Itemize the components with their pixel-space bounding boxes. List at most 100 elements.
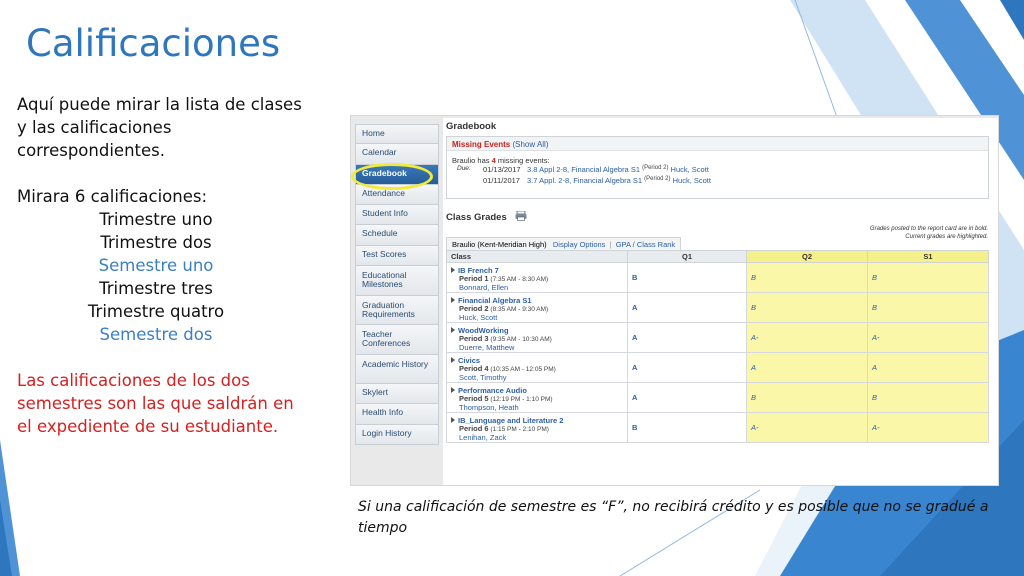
teacher-link[interactable]: Huck, Scott — [451, 314, 627, 322]
period-time: (9:35 AM - 10:30 AM) — [490, 336, 552, 343]
class-cell: IB_Language and Literature 2 Period 6 (1:… — [446, 412, 628, 443]
nav-schedule[interactable]: Schedule — [355, 225, 439, 246]
grade-q1[interactable]: A — [632, 297, 746, 312]
nav-home[interactable]: Home — [355, 124, 439, 145]
grade-q2[interactable]: B — [751, 297, 867, 312]
missing-events-box: Missing Events (Show All) Braulio has 4 … — [446, 136, 989, 199]
teacher-link[interactable]: Huck, Scott — [671, 165, 709, 176]
nav-academic-history[interactable]: Academic History — [355, 354, 439, 385]
grade-q1[interactable]: A — [632, 387, 746, 402]
grade-cell-q1: B — [627, 412, 747, 443]
missing-events-header: Missing Events (Show All) — [447, 137, 988, 151]
grades-note: Grades posted to the report card are in … — [870, 226, 988, 241]
period-time: (1:15 PM - 2:10 PM) — [490, 426, 549, 433]
grade-cell-q2: B — [746, 292, 868, 323]
nav-login-history[interactable]: Login History — [355, 424, 439, 445]
grade-cell-s1: B — [867, 382, 989, 413]
table-row: Civics Period 4 (10:35 AM - 12:05 PM) Scot… — [446, 352, 989, 383]
nav-educational-milestones[interactable]: Educational Milestones — [355, 266, 439, 296]
warning-text: Las calificaciones de los dos semestres … — [17, 371, 294, 436]
nav-skylert[interactable]: Skylert — [355, 384, 439, 405]
teacher-link[interactable]: Bonnard, Ellen — [451, 284, 627, 292]
teacher-link[interactable]: Lenihan, Zack — [451, 434, 627, 442]
grade-q1[interactable]: A — [632, 357, 746, 372]
period-time: (8:35 AM - 9:30 AM) — [490, 306, 549, 313]
grade-q2[interactable]: A- — [751, 327, 867, 342]
period-label: Period 2 — [459, 304, 489, 313]
nav-health-info[interactable]: Health Info — [355, 404, 439, 425]
nav-teacher-conferences[interactable]: Teacher Conferences — [355, 325, 439, 355]
missing-count: 4 — [491, 156, 496, 165]
table-row: WoodWorking Period 3 (9:35 AM - 10:30 AM)… — [446, 322, 989, 353]
period-label: Period 3 — [459, 334, 489, 343]
missing-event-row: Due: 01/13/2017 3.8 Appl 2-8, Financial … — [447, 165, 988, 176]
missing-events-heading: Missing Events — [452, 140, 511, 149]
period-item: Trimestre tres — [99, 279, 213, 298]
grade-q1[interactable]: A — [632, 327, 746, 342]
assignment-link[interactable]: 3.8 Appl 2-8, Financial Algebra S1 — [527, 165, 640, 176]
note-line: Grades posted to the report card are in … — [869, 226, 988, 232]
note-line: Current grades are highlighted. — [905, 233, 988, 240]
grade-s1[interactable]: A — [872, 357, 988, 372]
teacher-link[interactable]: Thompson, Heath — [451, 404, 627, 412]
tab-student[interactable]: Braulio (Kent-Meridian High) — [452, 240, 547, 249]
summary-suffix: missing events: — [497, 156, 550, 165]
grade-q1[interactable]: B — [632, 417, 746, 432]
grade-cell-s1: A- — [867, 322, 989, 353]
gpa-class-rank-link[interactable]: GPA / Class Rank — [616, 240, 675, 249]
grade-cell-q2: B — [746, 262, 868, 293]
display-options-link[interactable]: Display Options — [553, 240, 606, 249]
period-item-semester: Semestre uno — [98, 256, 214, 275]
expand-arrow-icon[interactable] — [451, 327, 455, 333]
period-label: Period 6 — [459, 424, 489, 433]
grade-q2[interactable]: B — [751, 267, 867, 282]
column-header-q2: Q2 — [746, 250, 868, 263]
print-icon[interactable] — [515, 211, 527, 221]
grade-cell-q1: B — [627, 262, 747, 293]
nav-calendar[interactable]: Calendar — [355, 144, 439, 165]
grade-q2[interactable]: A — [751, 357, 867, 372]
nav-student-info[interactable]: Student Info — [355, 205, 439, 226]
table-row: IB French 7 Period 1 (7:35 AM - 8:30 AM) B… — [446, 262, 989, 293]
grade-q2[interactable]: B — [751, 387, 867, 402]
grade-cell-q1: A — [627, 352, 747, 383]
column-header-q1: Q1 — [627, 250, 747, 263]
expand-arrow-icon[interactable] — [451, 297, 455, 303]
count-line: Mirara 6 calificaciones: — [17, 187, 208, 206]
column-header-s1: S1 — [867, 250, 989, 263]
period-label: Period 5 — [459, 394, 489, 403]
expand-arrow-icon[interactable] — [451, 387, 455, 393]
nav-graduation-requirements[interactable]: Graduation Requirements — [355, 295, 439, 326]
show-all-link[interactable]: (Show All) — [512, 140, 548, 149]
class-cell: Performance Audio Period 5 (12:19 PM - 1:… — [446, 382, 628, 413]
grade-s1[interactable]: B — [872, 387, 988, 402]
teacher-link[interactable]: Huck, Scott — [673, 176, 711, 187]
due-date: 01/11/2017 — [483, 176, 520, 185]
grade-q1[interactable]: B — [632, 267, 746, 282]
grade-s1[interactable]: A- — [872, 417, 988, 432]
grade-s1[interactable]: B — [872, 297, 988, 312]
due-label: Due: — [457, 165, 471, 172]
teacher-link[interactable]: Duerre, Matthew — [451, 344, 627, 352]
grade-cell-q2: B — [746, 382, 868, 413]
table-row: Financial Algebra S1 Period 2 (8:35 AM - … — [446, 292, 989, 323]
expand-arrow-icon[interactable] — [451, 267, 455, 273]
grade-s1[interactable]: A- — [872, 327, 988, 342]
grade-q2[interactable]: A- — [751, 417, 867, 432]
grade-cell-s1: B — [867, 292, 989, 323]
intro-text: Aquí puede mirar la lista de clases y la… — [17, 95, 302, 160]
grade-cell-q2: A- — [746, 322, 868, 353]
tab-separator: | — [609, 240, 612, 249]
teacher-link[interactable]: Scott, Timothy — [451, 374, 627, 382]
expand-arrow-icon[interactable] — [451, 417, 455, 423]
grade-s1[interactable]: B — [872, 267, 988, 282]
due-date: 01/13/2017 — [483, 165, 521, 174]
nav-test-scores[interactable]: Test Scores — [355, 245, 439, 267]
grade-cell-q1: A — [627, 322, 747, 353]
class-cell: Civics Period 4 (10:35 AM - 12:05 PM) Scot… — [446, 352, 628, 383]
expand-arrow-icon[interactable] — [451, 357, 455, 363]
slide-body: Aquí puede mirar la lista de clases y la… — [17, 93, 307, 438]
grade-cell-q2: A — [746, 352, 868, 383]
period-tag: (Period 2) — [644, 176, 671, 182]
assignment-link[interactable]: 3.7 Appl. 2-8, Financial Algebra S1 — [527, 176, 642, 187]
